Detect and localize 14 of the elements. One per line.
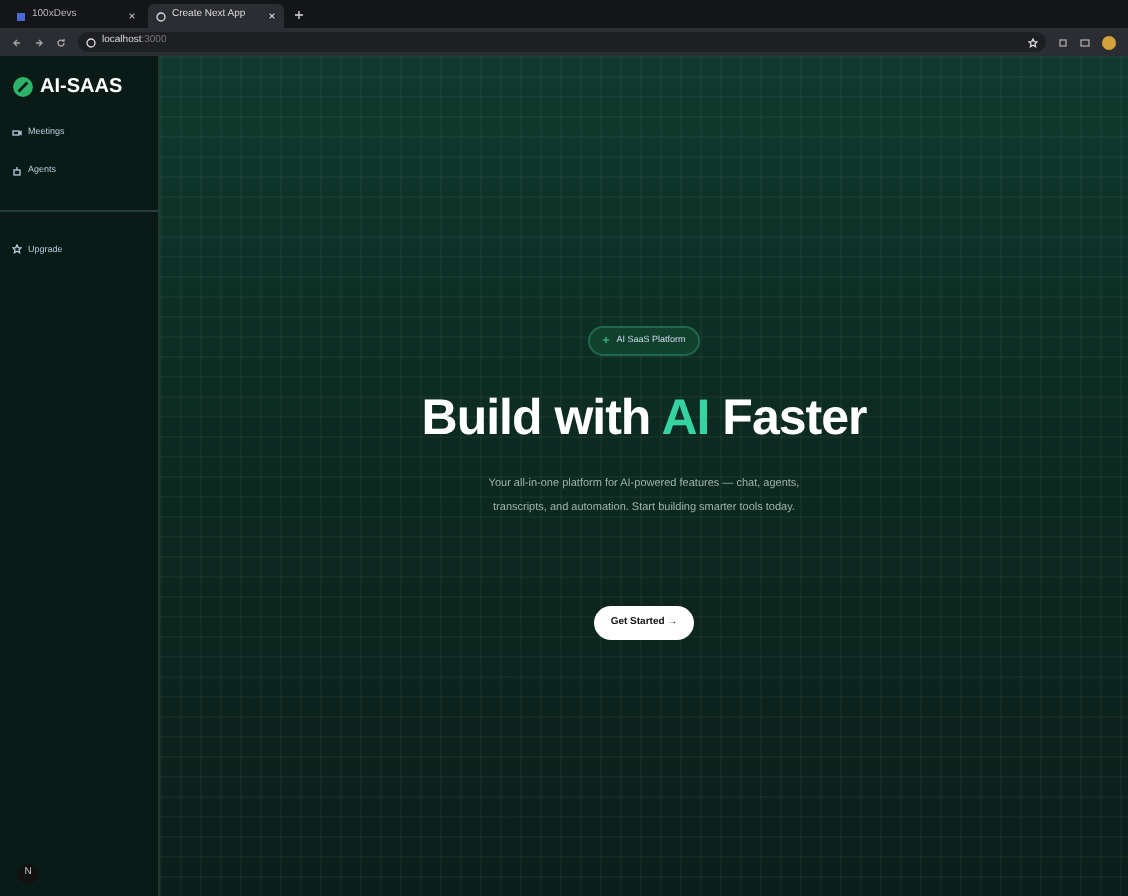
hero-title: Build with AI Faster xyxy=(421,387,867,448)
profile-avatar[interactable] xyxy=(1102,35,1116,49)
close-icon[interactable] xyxy=(128,12,136,20)
forward-icon xyxy=(34,37,44,47)
close-icon[interactable] xyxy=(268,12,276,20)
page-icon xyxy=(16,11,26,21)
video-icon xyxy=(12,127,22,138)
back-icon xyxy=(12,37,22,47)
app-logo-text: AI-SAAS xyxy=(40,74,123,102)
reload-icon xyxy=(56,37,66,47)
star-icon xyxy=(1028,37,1038,47)
new-tab-icon[interactable] xyxy=(294,9,304,19)
star-icon xyxy=(12,244,22,255)
logo-icon xyxy=(12,76,34,98)
